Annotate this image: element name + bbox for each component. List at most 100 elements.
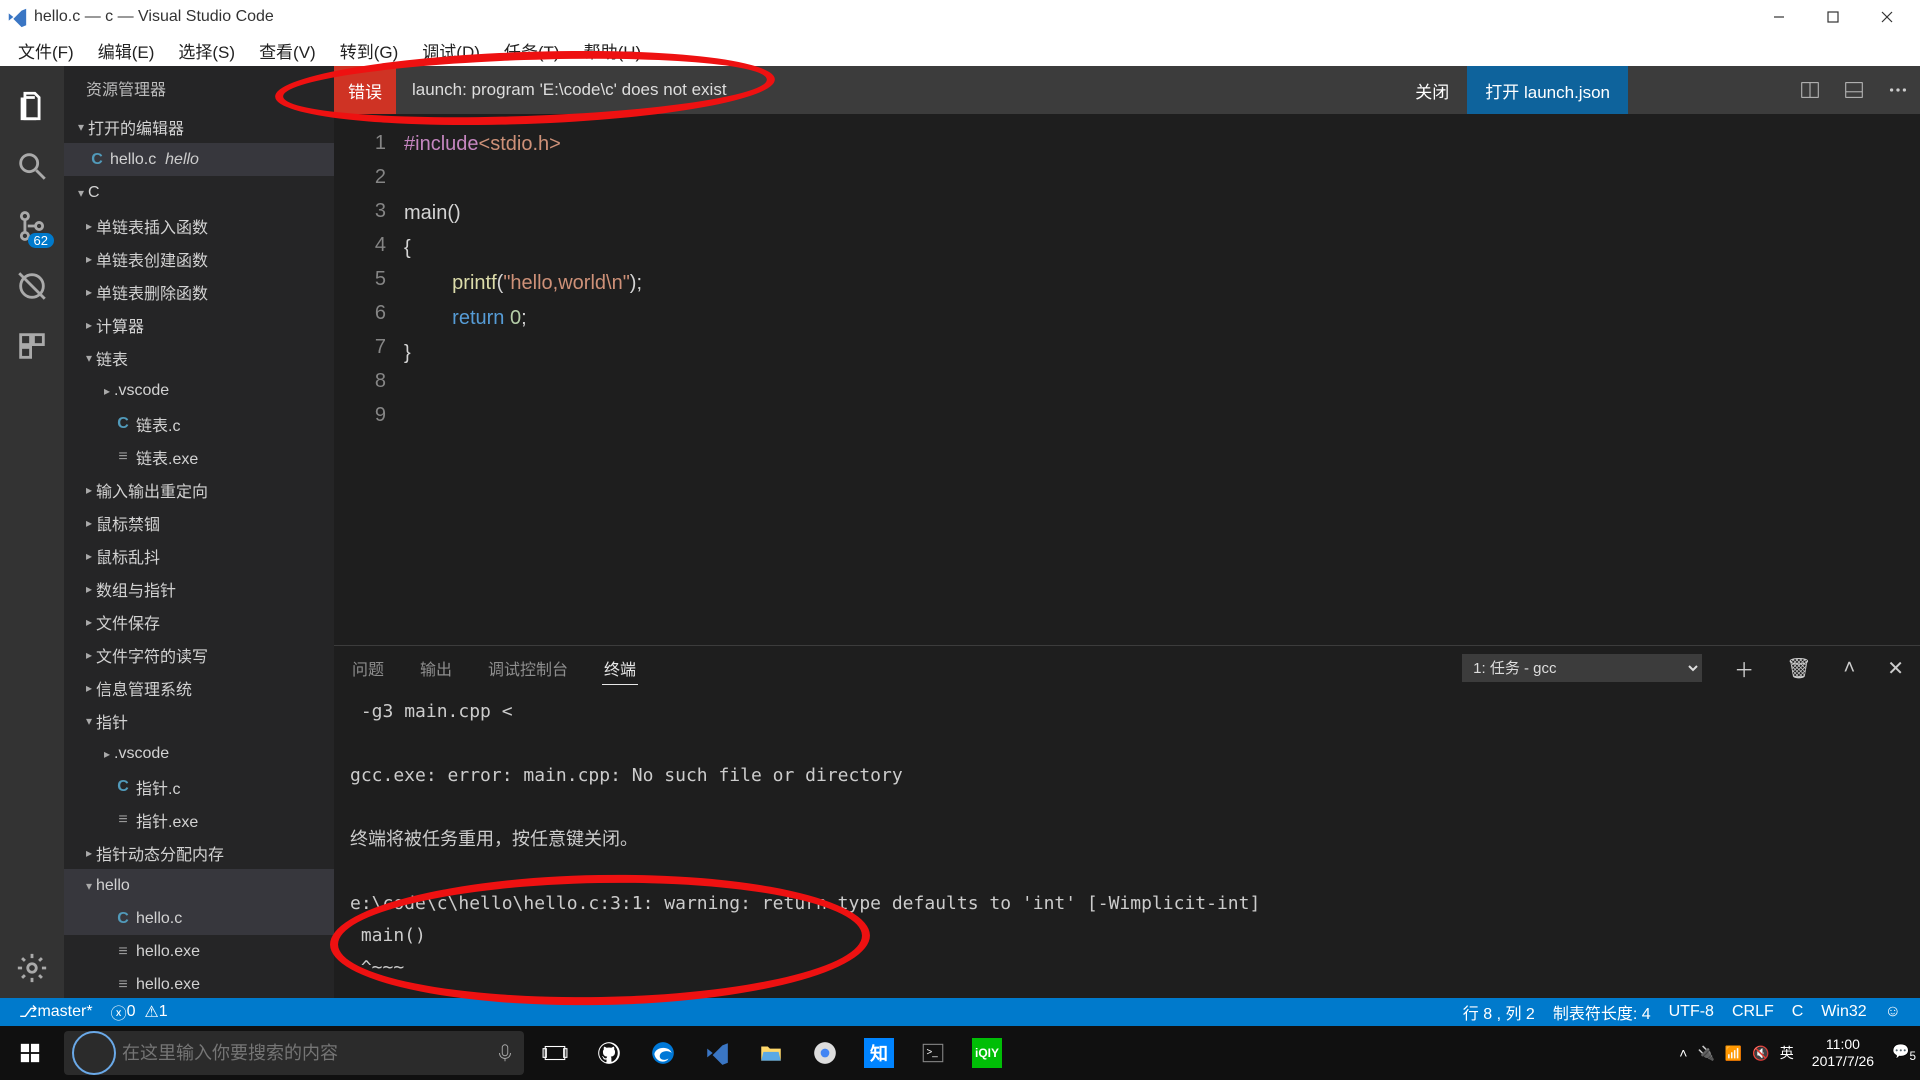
tray-notifications-icon[interactable]: 💬5	[1892, 1043, 1916, 1063]
status-language[interactable]: C	[1783, 998, 1813, 1026]
tray-volume-icon[interactable]: 🔇	[1752, 1045, 1769, 1062]
split-editor-icon[interactable]	[1788, 68, 1832, 112]
menu-item[interactable]: 查看(V)	[247, 34, 328, 67]
line-numbers: 123456789	[334, 114, 404, 645]
tree-item[interactable]: ▾链表	[64, 341, 334, 374]
tree-item[interactable]: ▸数组与指针	[64, 572, 334, 605]
taskbar-search[interactable]	[64, 1031, 524, 1075]
panel-tab[interactable]: 问题	[350, 652, 386, 684]
open-editors-section[interactable]: ▾打开的编辑器	[64, 110, 334, 143]
menu-item[interactable]: 帮助(H)	[572, 34, 654, 67]
panel-tabs: 问题输出调试控制台终端 1: 任务 - gcc ＋ 🗑 ˄ ✕	[334, 646, 1920, 690]
system-tray[interactable]: ˄ 🔌 📶 🔇 英 11:002017/7/26 💬5	[1679, 1036, 1920, 1070]
tree-item[interactable]: ▸.vscode	[64, 374, 334, 407]
start-button[interactable]	[0, 1026, 60, 1080]
tray-clock[interactable]: 11:002017/7/26	[1804, 1036, 1882, 1070]
status-tabsize[interactable]: 制表符长度: 4	[1544, 998, 1660, 1026]
panel-tab[interactable]: 调试控制台	[486, 652, 570, 684]
maximize-button[interactable]	[1806, 0, 1860, 34]
tree-item[interactable]: ▾指针	[64, 704, 334, 737]
tree-item[interactable]: ▸.vscode	[64, 737, 334, 770]
tree-item[interactable]: Chello.c	[64, 902, 334, 935]
chevron-up-icon[interactable]: ˄	[1844, 657, 1856, 680]
editor[interactable]: 123456789 #include<stdio.h> main() { pri…	[334, 114, 1920, 645]
activity-explorer[interactable]	[8, 82, 56, 130]
iqiyi-icon[interactable]: iQIY	[960, 1026, 1014, 1080]
tree-item[interactable]: ≡hello.exe	[64, 935, 334, 968]
menu-item[interactable]: 编辑(E)	[86, 34, 167, 67]
error-notification: 错误 launch: program 'E:\code\c' does not …	[334, 66, 1920, 114]
notification-close-button[interactable]: 关闭	[1397, 66, 1467, 114]
tray-power-icon[interactable]: 🔌	[1697, 1045, 1714, 1062]
open-editor-item[interactable]: Chello.c hello	[64, 143, 334, 176]
close-panel-icon[interactable]: ✕	[1887, 656, 1904, 681]
tree-item[interactable]: ≡hello.exe	[64, 968, 334, 998]
menu-item[interactable]: 调试(D)	[410, 34, 492, 67]
menu-item[interactable]: 选择(S)	[166, 34, 247, 67]
panel-tab[interactable]: 输出	[418, 652, 454, 684]
status-feedback-icon[interactable]: ☺	[1876, 998, 1910, 1026]
tree-item[interactable]: ▸单链表插入函数	[64, 209, 334, 242]
status-bar: ⎇ master* ⓧ 0 ⚠ 1 行 8 , 列 2 制表符长度: 4 UTF…	[0, 998, 1920, 1026]
chrome-icon[interactable]	[798, 1026, 852, 1080]
tree-item[interactable]: C链表.c	[64, 407, 334, 440]
cmd-icon[interactable]: >_	[906, 1026, 960, 1080]
status-target[interactable]: Win32	[1812, 998, 1875, 1026]
activity-settings[interactable]	[8, 944, 56, 992]
workspace-root[interactable]: ▾C	[64, 176, 334, 209]
task-view-icon[interactable]	[528, 1026, 582, 1080]
tree-item[interactable]: ▸鼠标乱抖	[64, 539, 334, 572]
menubar: 文件(F)编辑(E)选择(S)查看(V)转到(G)调试(D)任务(T)帮助(H)	[0, 34, 1920, 66]
tray-chevron-up-icon[interactable]: ˄	[1679, 1045, 1687, 1061]
tree-item[interactable]: ▸指针动态分配内存	[64, 836, 334, 869]
tree-item[interactable]: ▸文件保存	[64, 605, 334, 638]
tray-ime[interactable]: 英	[1780, 1043, 1794, 1063]
tree-item[interactable]: ▸鼠标禁锢	[64, 506, 334, 539]
tree-item[interactable]: ▸单链表删除函数	[64, 275, 334, 308]
sidebar-explorer: 资源管理器 ▾打开的编辑器 Chello.c hello ▾C ▸单链表插入函数…	[64, 66, 334, 998]
activity-search[interactable]	[8, 142, 56, 190]
tree-item[interactable]: ▸单链表创建函数	[64, 242, 334, 275]
tree-item[interactable]: ▸文件字符的读写	[64, 638, 334, 671]
tree-item[interactable]: ▸计算器	[64, 308, 334, 341]
mic-icon[interactable]	[494, 1042, 516, 1064]
menu-item[interactable]: 文件(F)	[6, 34, 86, 67]
tree-item[interactable]: ≡指针.exe	[64, 803, 334, 836]
cortana-icon[interactable]	[72, 1031, 116, 1075]
minimize-button[interactable]	[1752, 0, 1806, 34]
toggle-panel-icon[interactable]	[1832, 68, 1876, 112]
explorer-icon[interactable]	[744, 1026, 798, 1080]
kill-terminal-icon[interactable]: 🗑	[1786, 656, 1811, 681]
tray-wifi-icon[interactable]: 📶	[1725, 1045, 1742, 1062]
status-position[interactable]: 行 8 , 列 2	[1454, 998, 1544, 1026]
windows-taskbar: 知 >_ iQIY ˄ 🔌 📶 🔇 英 11:002017/7/26 💬5	[0, 1026, 1920, 1080]
more-icon[interactable]	[1876, 68, 1920, 112]
status-branch[interactable]: ⎇ master*	[10, 998, 102, 1026]
close-button[interactable]	[1860, 0, 1914, 34]
activity-debug[interactable]	[8, 262, 56, 310]
vscode-logo-icon	[6, 6, 28, 28]
search-input[interactable]	[122, 1043, 494, 1064]
tree-item[interactable]: ▸输入输出重定向	[64, 473, 334, 506]
status-eol[interactable]: CRLF	[1723, 998, 1783, 1026]
menu-item[interactable]: 任务(T)	[492, 34, 572, 67]
edge-icon[interactable]	[636, 1026, 690, 1080]
vscode-taskbar-icon[interactable]	[690, 1026, 744, 1080]
new-terminal-icon[interactable]: ＋	[1734, 654, 1754, 683]
notification-message: launch: program 'E:\code\c' does not exi…	[412, 80, 1397, 100]
panel-tab[interactable]: 终端	[602, 652, 638, 685]
github-icon[interactable]	[582, 1026, 636, 1080]
notification-open-launch-button[interactable]: 打开 launch.json	[1467, 66, 1628, 114]
status-encoding[interactable]: UTF-8	[1660, 998, 1723, 1026]
activity-extensions[interactable]	[8, 322, 56, 370]
status-problems[interactable]: ⓧ 0 ⚠ 1	[102, 998, 177, 1026]
zhihu-icon[interactable]: 知	[852, 1026, 906, 1080]
tree-item[interactable]: C指针.c	[64, 770, 334, 803]
tree-item[interactable]: ≡链表.exe	[64, 440, 334, 473]
tree-item[interactable]: ▸信息管理系统	[64, 671, 334, 704]
terminal-output[interactable]: -g3 main.cpp < gcc.exe: error: main.cpp:…	[334, 690, 1920, 998]
activity-scm[interactable]: 62	[8, 202, 56, 250]
terminal-selector[interactable]: 1: 任务 - gcc	[1462, 654, 1702, 682]
menu-item[interactable]: 转到(G)	[328, 34, 411, 67]
tree-item[interactable]: ▾hello	[64, 869, 334, 902]
